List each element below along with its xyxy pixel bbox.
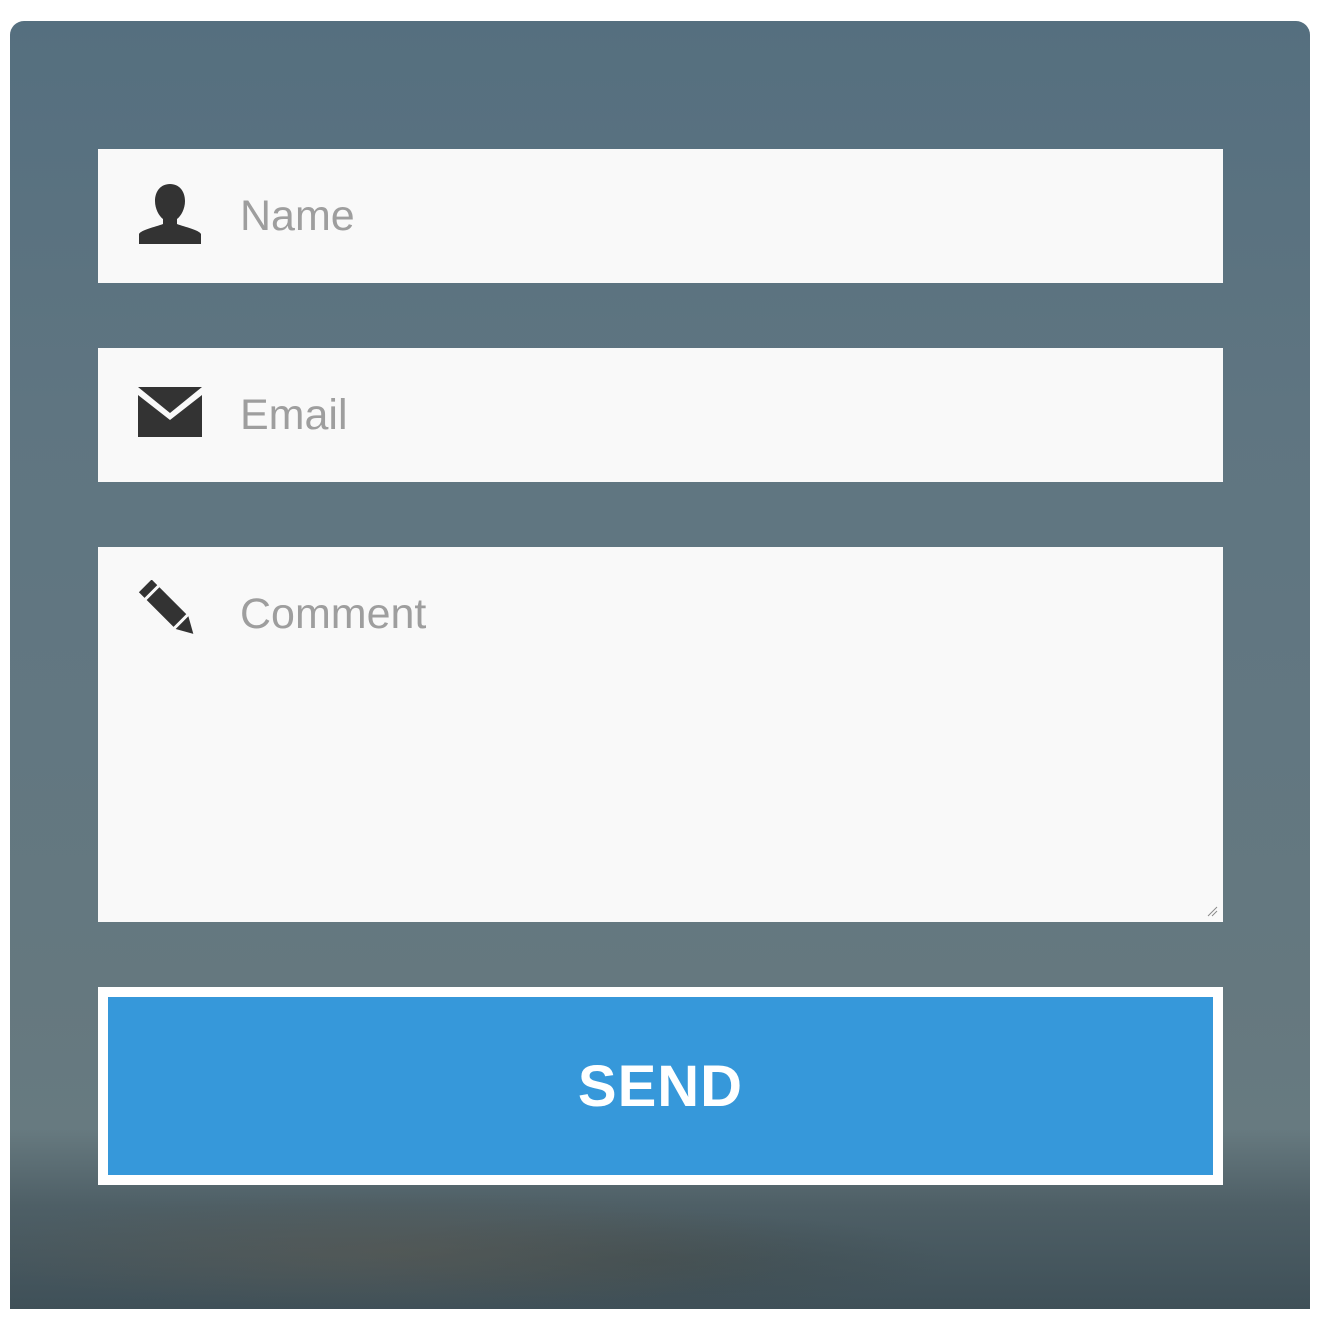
envelope-icon bbox=[138, 387, 202, 437]
email-placeholder: Email bbox=[240, 391, 348, 439]
comment-placeholder: Comment bbox=[240, 590, 427, 638]
textarea-resize-handle[interactable] bbox=[1206, 904, 1218, 917]
send-button[interactable]: SEND bbox=[108, 997, 1213, 1175]
name-placeholder: Name bbox=[240, 192, 355, 240]
user-icon bbox=[138, 182, 202, 246]
pencil-icon bbox=[138, 580, 202, 644]
